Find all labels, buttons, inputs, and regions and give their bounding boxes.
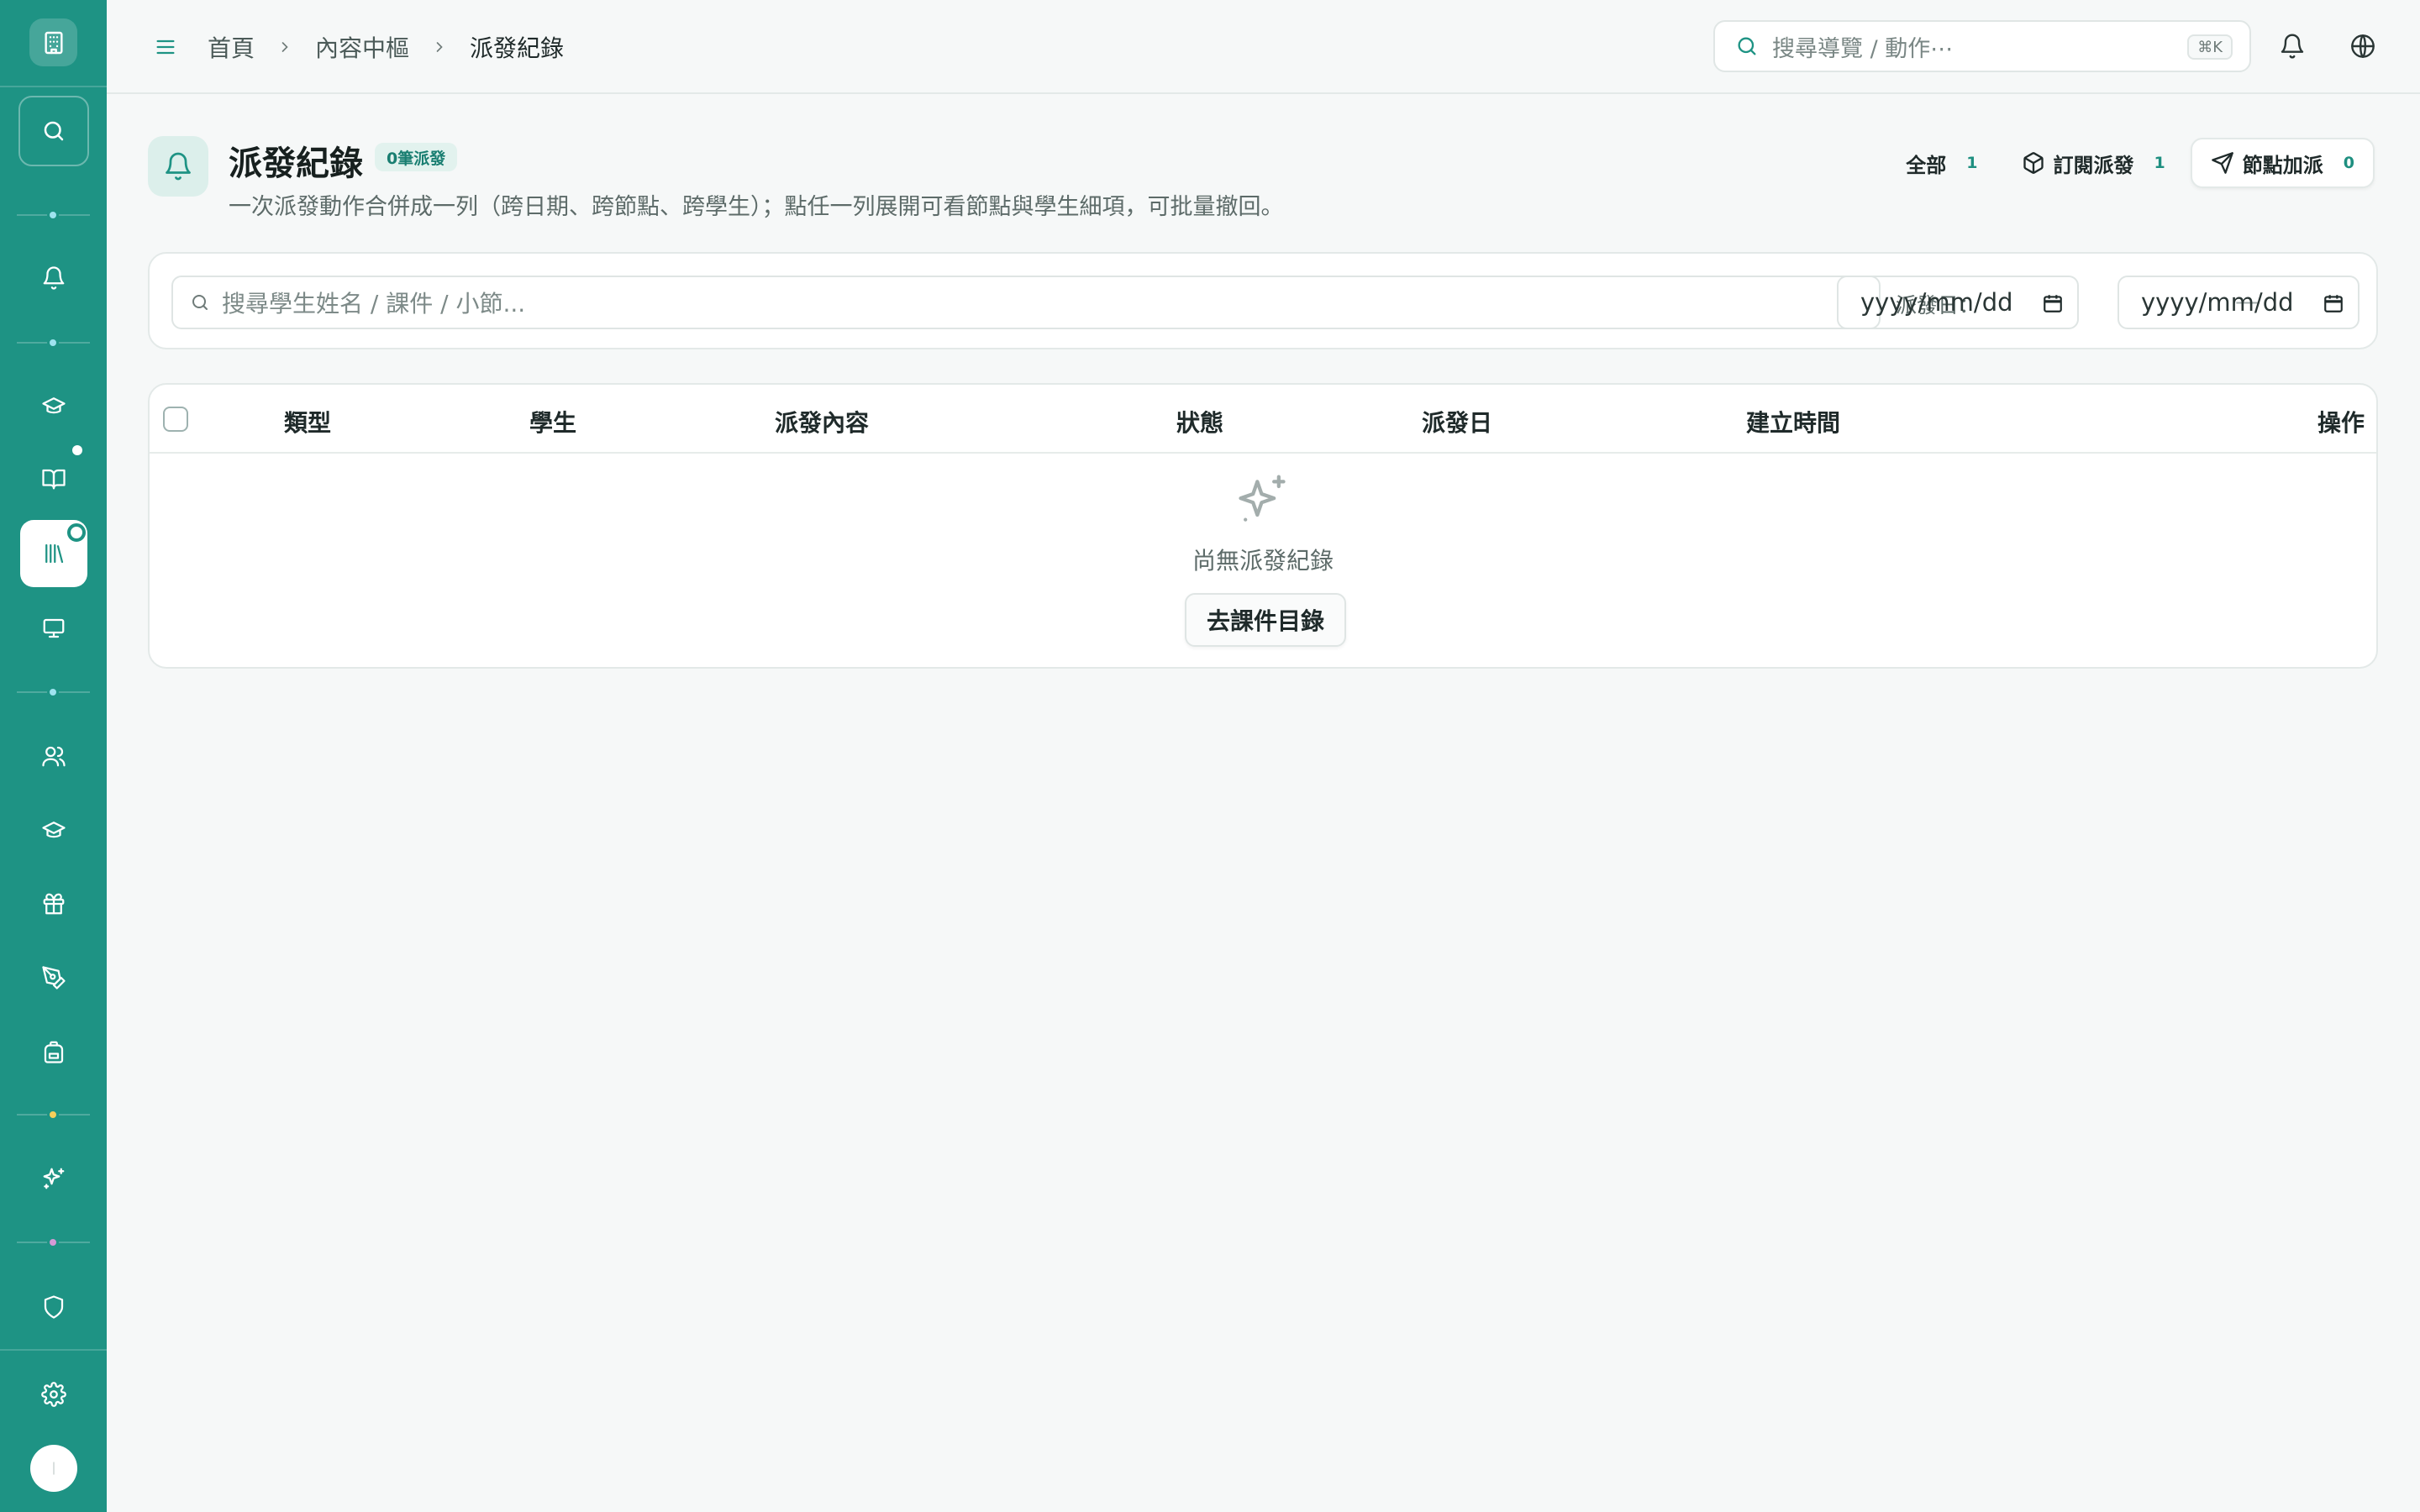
calendar-icon bbox=[2044, 295, 2062, 312]
globe-icon bbox=[2351, 34, 2375, 58]
graduation-cap-icon bbox=[42, 822, 66, 838]
sidebar-search-button[interactable] bbox=[18, 96, 89, 166]
bell-icon bbox=[43, 266, 65, 290]
sidebar-item-books[interactable] bbox=[20, 445, 87, 512]
filter-count: 1 bbox=[1966, 154, 1978, 172]
filter-tabs: 全部 1 訂閱派發 1 節點加派 0 bbox=[1887, 138, 2375, 188]
filter-all[interactable]: 全部 1 bbox=[1887, 138, 1996, 188]
unread-dot bbox=[72, 445, 82, 455]
date-from-placeholder: yyyy/mm/dd bbox=[1860, 288, 2013, 317]
global-search-input[interactable]: 搜尋導覽 / 動作⋯ ⌘K bbox=[1713, 20, 2251, 72]
package-icon bbox=[2023, 152, 2044, 174]
user-avatar[interactable] bbox=[30, 1445, 77, 1492]
breadcrumb-home[interactable]: 首頁 bbox=[208, 30, 255, 64]
filter-node-extra[interactable]: 節點加派 0 bbox=[2190, 138, 2375, 188]
sidebar-item-security[interactable] bbox=[20, 1273, 87, 1341]
breadcrumb-content-hub[interactable]: 內容中樞 bbox=[315, 30, 409, 64]
table-header: 類型 學生 派發內容 狀態 派發日 建立時間 操作 bbox=[150, 385, 2376, 454]
filter-count: 1 bbox=[2154, 154, 2165, 172]
graduation-cap-icon bbox=[42, 397, 66, 414]
select-all-checkbox[interactable] bbox=[163, 407, 188, 432]
library-icon bbox=[45, 543, 64, 564]
sidebar-group-separator bbox=[17, 209, 90, 221]
sidebar-group-separator bbox=[17, 686, 90, 698]
sidebar-item-content-hub[interactable] bbox=[20, 520, 87, 587]
column-dispatch-date[interactable]: 派發日 bbox=[1422, 405, 1492, 438]
filter-label: 訂閱派發 bbox=[2053, 153, 2134, 177]
bell-icon bbox=[148, 136, 208, 197]
book-open-icon bbox=[42, 469, 66, 490]
sidebar-divider bbox=[0, 86, 107, 87]
student-search-placeholder: 搜尋學生姓名 / 課件 / 小節... bbox=[222, 290, 526, 318]
sidebar bbox=[0, 0, 107, 1512]
sparkles-icon bbox=[1239, 475, 1286, 522]
users-icon bbox=[42, 746, 66, 767]
active-indicator bbox=[67, 523, 86, 542]
monitor-icon bbox=[43, 618, 65, 638]
breadcrumb: 首頁 內容中樞 派發紀錄 bbox=[208, 30, 564, 64]
sidebar-item-users[interactable] bbox=[20, 722, 87, 790]
sidebar-item-students[interactable] bbox=[20, 796, 87, 864]
search-panel: 搜尋學生姓名 / 課件 / 小節... 派發日： yyyy/mm/dd — yy… bbox=[148, 252, 2378, 349]
breadcrumb-current: 派發紀錄 bbox=[470, 34, 565, 62]
topbar: 首頁 內容中樞 派發紀錄 搜尋導覽 / 動作⋯ ⌘K bbox=[107, 0, 2420, 94]
date-from-input[interactable]: yyyy/mm/dd bbox=[1837, 276, 2079, 329]
shortcut-badge: ⌘K bbox=[2187, 34, 2233, 60]
page-description: 一次派發動作合併成一列（跨日期、跨節點、跨學生）；點任一列展開可看節點與學生細項… bbox=[229, 194, 1284, 220]
sidebar-item-design[interactable] bbox=[20, 944, 87, 1011]
global-search-placeholder: 搜尋導覽 / 動作⋯ bbox=[1772, 35, 1954, 62]
filter-subscription[interactable]: 訂閱派發 1 bbox=[2003, 138, 2184, 188]
shield-icon bbox=[44, 1295, 64, 1319]
column-actions: 操作 bbox=[2317, 409, 2365, 437]
sparkles-icon bbox=[43, 1168, 65, 1189]
sidebar-item-notifications[interactable] bbox=[20, 244, 87, 312]
filter-label: 節點加派 bbox=[2242, 153, 2323, 177]
chevron-right-icon bbox=[431, 39, 448, 55]
column-content[interactable]: 派發內容 bbox=[775, 405, 869, 438]
search-icon bbox=[1738, 37, 1756, 55]
count-badge: 0筆派發 bbox=[375, 143, 458, 171]
building-icon[interactable] bbox=[29, 18, 77, 66]
go-to-catalog-button[interactable]: 去課件目錄 bbox=[1185, 593, 1346, 647]
gear-icon bbox=[41, 1382, 66, 1407]
sidebar-item-ai[interactable] bbox=[20, 1145, 87, 1212]
sidebar-divider bbox=[0, 1349, 107, 1351]
user-icon bbox=[53, 1462, 55, 1475]
filter-count: 0 bbox=[2343, 154, 2354, 172]
calendar-icon bbox=[2324, 295, 2343, 312]
empty-state-text: 尚無派發紀錄 bbox=[1192, 547, 1334, 575]
chevron-right-icon bbox=[276, 39, 293, 55]
sidebar-group-separator bbox=[17, 337, 90, 349]
bell-icon bbox=[2281, 34, 2304, 59]
sidebar-group-separator bbox=[17, 1109, 90, 1121]
send-icon bbox=[2211, 152, 2233, 174]
column-status[interactable]: 狀態 bbox=[1176, 405, 1223, 438]
backpack-icon bbox=[44, 1041, 64, 1063]
filter-label: 全部 bbox=[1906, 153, 1947, 177]
page-title: 派發紀錄 bbox=[229, 144, 363, 183]
search-icon bbox=[192, 295, 208, 310]
date-to-placeholder: yyyy/mm/dd bbox=[2141, 288, 2294, 317]
student-search-input[interactable]: 搜尋學生姓名 / 課件 / 小節... bbox=[171, 276, 1881, 329]
pen-tool-icon bbox=[42, 966, 66, 990]
sidebar-item-settings[interactable] bbox=[20, 1361, 87, 1428]
language-button[interactable] bbox=[2344, 27, 2382, 66]
sidebar-item-rewards[interactable] bbox=[20, 870, 87, 937]
gift-icon bbox=[43, 893, 65, 915]
column-created-at[interactable]: 建立時間 bbox=[1746, 405, 1840, 438]
column-type[interactable]: 類型 bbox=[284, 405, 331, 438]
dispatch-table: 類型 學生 派發內容 狀態 派發日 建立時間 操作 尚無派發紀錄 去課件目錄 bbox=[148, 383, 2378, 669]
date-to-input[interactable]: yyyy/mm/dd bbox=[2118, 276, 2360, 329]
menu-icon[interactable] bbox=[149, 30, 182, 64]
sidebar-group-separator bbox=[17, 1236, 90, 1248]
sidebar-item-courses[interactable] bbox=[20, 372, 87, 439]
notifications-button[interactable] bbox=[2273, 27, 2312, 66]
sidebar-item-classroom[interactable] bbox=[20, 595, 87, 662]
column-student[interactable]: 學生 bbox=[529, 405, 576, 438]
sidebar-item-bag[interactable] bbox=[20, 1018, 87, 1085]
